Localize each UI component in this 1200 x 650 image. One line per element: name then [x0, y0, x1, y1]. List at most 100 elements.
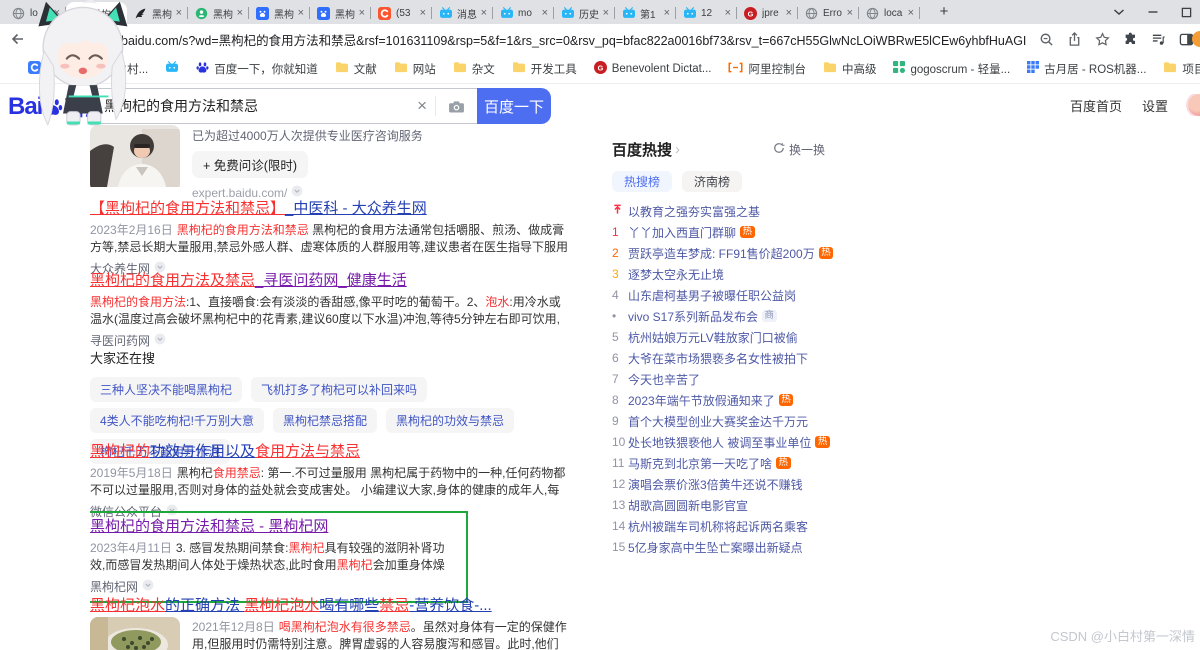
- tab-close-icon[interactable]: ×: [723, 7, 733, 19]
- hot-search-item[interactable]: 6大爷在菜市场猥亵多名女性被拍下: [612, 351, 837, 365]
- bookmark-item[interactable]: 网站: [394, 61, 436, 77]
- hot-refresh-button[interactable]: 换一换: [773, 141, 825, 158]
- src-chevron-icon[interactable]: [142, 579, 154, 594]
- related-search-pill[interactable]: 飞机打多了枸杞可以补回来吗: [251, 377, 427, 402]
- tab-close-icon[interactable]: ×: [296, 7, 306, 19]
- tab-close-icon[interactable]: ×: [52, 7, 62, 19]
- lock-icon[interactable]: [104, 33, 115, 46]
- hot-search-item[interactable]: 82023年端午节放假通知来了热: [612, 393, 837, 407]
- tab-search-icon[interactable]: [1113, 8, 1125, 16]
- browser-tab[interactable]: 历史×: [554, 2, 615, 24]
- extensions-puzzle-icon[interactable]: [1123, 32, 1138, 47]
- src-chevron-icon[interactable]: [291, 185, 303, 200]
- hot-search-item[interactable]: 2贾跃亭造车梦成: FF91售价超200万热: [612, 246, 837, 260]
- bookmark-item[interactable]: GBenevolent Dictat...: [594, 61, 712, 77]
- result-title-link[interactable]: 黑枸杞泡水的正确方法 黑枸杞泡水喝有哪些禁忌-营养饮食-...: [90, 597, 568, 614]
- tab-close-icon[interactable]: ×: [784, 7, 794, 19]
- hot-search-item[interactable]: 1丫丫加入西直门群聊热: [612, 225, 837, 239]
- related-search-pill[interactable]: 4类人不能吃枸杞!千万别大意: [90, 408, 264, 433]
- hot-search-item[interactable]: 5杭州姑娘万元LV鞋放家门口被偷: [612, 330, 837, 344]
- maximize-icon[interactable]: [1181, 7, 1192, 18]
- related-search-pill[interactable]: 黑枸杞的功效与禁忌: [386, 408, 514, 433]
- tab-close-icon[interactable]: ×: [174, 7, 184, 19]
- tab-close-icon[interactable]: ×: [601, 7, 611, 19]
- tab-close-icon[interactable]: ×: [357, 7, 367, 19]
- hot-search-item[interactable]: 以教育之强夯实富强之基: [612, 204, 837, 218]
- tab-close-icon[interactable]: ×: [906, 7, 916, 19]
- hot-tab-local[interactable]: 济南榜: [682, 171, 742, 192]
- bookmark-item[interactable]: 古月居 - ROS机器...: [1027, 61, 1146, 77]
- result-thumbnail[interactable]: [90, 617, 180, 650]
- hot-search-item[interactable]: 9首个大模型创业大赛奖金达千万元: [612, 414, 837, 428]
- result-source[interactable]: 寻医问药网: [90, 332, 568, 349]
- related-search-pill[interactable]: 三种人坚决不能喝黑枸杞: [90, 377, 242, 402]
- hot-search-item[interactable]: 10处长地铁猥亵他人 被调至事业单位热: [612, 435, 837, 449]
- bookmark-item[interactable]: 百度一下，你就知道: [196, 61, 318, 77]
- hot-search-item[interactable]: •vivo S17系列新品发布会商: [612, 309, 837, 323]
- hot-search-item[interactable]: 7今天也辛苦了: [612, 372, 837, 386]
- hot-search-header[interactable]: 百度热搜 › 换一换: [612, 139, 837, 160]
- tab-close-icon[interactable]: ×: [540, 7, 550, 19]
- result-title-link[interactable]: 黑枸杞的食用方法及禁忌_寻医问药网_健康生活: [90, 272, 568, 289]
- result-title-link[interactable]: 黑枸杞的功效与作用以及食用方法与禁忌: [90, 443, 568, 460]
- browser-tab[interactable]: Gjpre×: [737, 2, 798, 24]
- browser-tab[interactable]: loca×: [859, 2, 920, 24]
- bookmark-item[interactable]: 杂文: [453, 61, 495, 77]
- bookmark-item[interactable]: (81条消息) 小白村...: [28, 61, 148, 77]
- hot-search-item[interactable]: 14杭州被踹车司机称将起诉两名乘客: [612, 519, 837, 533]
- bookmark-item[interactable]: 开发工具: [512, 61, 577, 77]
- camera-icon[interactable]: [436, 100, 477, 113]
- hot-search-item[interactable]: 13胡歌高圆圆新电影官宣: [612, 498, 837, 512]
- tab-close-icon[interactable]: ×: [662, 7, 672, 19]
- minimize-icon[interactable]: [1147, 6, 1159, 18]
- browser-tab[interactable]: 第1×: [615, 2, 676, 24]
- browser-tab[interactable]: (53×: [371, 2, 432, 24]
- back-icon[interactable]: [10, 31, 26, 47]
- tab-close-icon[interactable]: ×: [113, 7, 123, 19]
- result-source[interactable]: 黑枸杞网: [90, 578, 456, 595]
- hot-tab-hot[interactable]: 热搜榜: [612, 171, 672, 192]
- tab-close-icon[interactable]: ×: [845, 7, 855, 19]
- result-title-link[interactable]: 【黑枸杞的食用方法和禁忌】_中医科 - 大众养生网: [90, 200, 568, 217]
- browser-tab[interactable]: 黑枸×: [127, 2, 188, 24]
- src-chevron-icon[interactable]: [154, 333, 166, 348]
- hot-search-item[interactable]: 3逐梦太空永无止境: [612, 267, 837, 281]
- browser-tab[interactable]: Erro×: [798, 2, 859, 24]
- tab-close-icon[interactable]: ×: [418, 7, 428, 19]
- hot-search-item[interactable]: 11马斯克到北京第一天吃了啥热: [612, 456, 837, 470]
- result-thumbnail[interactable]: [90, 125, 180, 192]
- tab-close-icon[interactable]: ×: [479, 7, 489, 19]
- hot-search-title[interactable]: 百度热搜: [612, 139, 672, 160]
- nav-settings[interactable]: 设置: [1142, 96, 1168, 115]
- browser-tab[interactable]: lo×: [5, 2, 66, 24]
- bookmark-star-icon[interactable]: [1095, 32, 1110, 47]
- browser-tab[interactable]: 黑枸×: [249, 2, 310, 24]
- browser-tab[interactable]: mo×: [493, 2, 554, 24]
- result-title-link[interactable]: 黑枸杞的食用方法和禁忌 - 黑枸杞网: [90, 518, 456, 535]
- bookmark-item[interactable]: gogoscrum - 轻量...: [893, 61, 1010, 77]
- browser-tab[interactable]: 消息×: [432, 2, 493, 24]
- browser-tab[interactable]: 12×: [676, 2, 737, 24]
- hot-search-item[interactable]: 155亿身家高中生坠亡案曝出新疑点: [612, 540, 837, 554]
- result-domain[interactable]: expert.baidu.com/: [192, 185, 568, 200]
- new-tab-button[interactable]: +: [934, 2, 954, 22]
- user-avatar[interactable]: [1188, 94, 1200, 116]
- search-input[interactable]: [91, 98, 409, 114]
- media-playlist-icon[interactable]: [1151, 32, 1166, 47]
- free-consult-button[interactable]: + 免费问诊(限时): [192, 151, 308, 178]
- browser-tab[interactable]: 黑枸×: [310, 2, 371, 24]
- bookmark-item[interactable]: 中高级: [823, 61, 877, 77]
- bookmark-item[interactable]: [165, 61, 179, 76]
- hot-search-item[interactable]: 4山东虐柯基男子被曝任职公益岗: [612, 288, 837, 302]
- search-submit-button[interactable]: 百度一下: [477, 88, 551, 124]
- browser-tab-active[interactable]: 黑枸×: [66, 2, 127, 24]
- related-search-pill[interactable]: 黑枸杞禁忌搭配: [273, 408, 377, 433]
- share-icon[interactable]: [1067, 32, 1082, 47]
- browser-tab[interactable]: 黑枸×: [188, 2, 249, 24]
- tab-close-icon[interactable]: ×: [235, 7, 245, 19]
- zoom-icon[interactable]: [1039, 32, 1054, 47]
- nav-baidu-home[interactable]: 百度首页: [1070, 96, 1122, 115]
- address-bar[interactable]: baidu.com/s?wd=黑枸杞的食用方法和禁忌&rsf=101631109…: [121, 30, 1026, 49]
- bookmark-item[interactable]: 项目: [1163, 61, 1200, 77]
- bookmark-item[interactable]: 文献: [335, 61, 377, 77]
